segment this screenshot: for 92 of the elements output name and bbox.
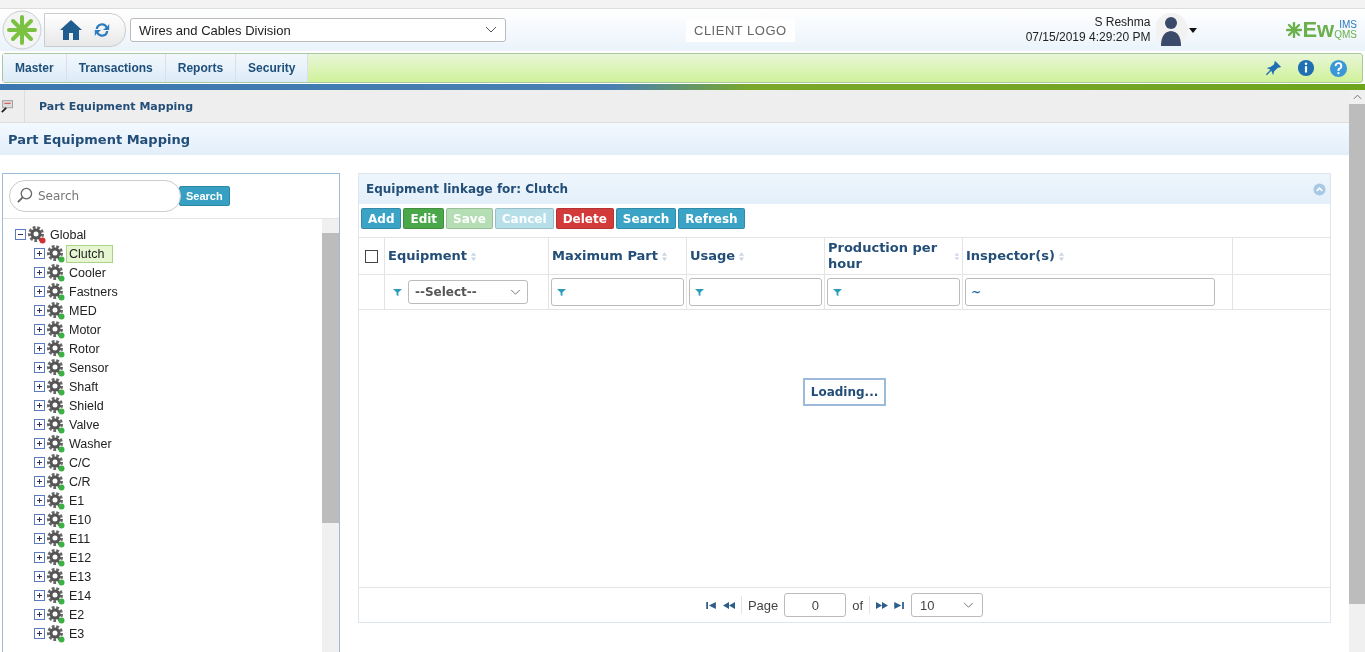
filter-icon[interactable] xyxy=(557,287,566,297)
expand-toggle-icon[interactable] xyxy=(34,381,45,392)
column-header[interactable]: Usage xyxy=(690,248,736,264)
tree-node[interactable]: Clutch xyxy=(66,244,114,263)
expand-toggle-icon[interactable] xyxy=(34,324,45,335)
tree-node[interactable]: MED xyxy=(66,301,100,320)
previous-page-icon[interactable] xyxy=(722,601,735,609)
column-header[interactable]: Maximum Part xyxy=(552,248,658,264)
expand-toggle-icon[interactable] xyxy=(34,419,45,430)
chevron-down-icon xyxy=(963,601,975,609)
expand-toggle-icon[interactable] xyxy=(34,343,45,354)
page-title: Part Equipment Mapping xyxy=(8,131,190,147)
filter-icon[interactable] xyxy=(393,287,402,297)
search-field[interactable]: Search xyxy=(9,180,181,212)
tree-node[interactable]: Sensor xyxy=(66,358,112,377)
page-scrollbar[interactable] xyxy=(1349,90,1365,652)
tree-node[interactable]: E12 xyxy=(66,548,95,567)
filter-field[interactable] xyxy=(551,278,684,306)
filter-field[interactable]: ~ xyxy=(965,278,1215,306)
expand-toggle-icon[interactable] xyxy=(34,533,45,544)
expand-toggle-icon[interactable] xyxy=(34,457,45,468)
tree-node[interactable]: E14 xyxy=(66,586,95,605)
page-of-label: of xyxy=(852,597,864,613)
expand-toggle-icon[interactable] xyxy=(34,514,45,525)
expand-toggle-icon[interactable] xyxy=(34,267,45,278)
tree-node[interactable]: E10 xyxy=(66,510,95,529)
tree-node[interactable]: E3 xyxy=(66,624,88,643)
chevron-down-icon xyxy=(485,26,497,34)
pin-icon[interactable] xyxy=(1265,59,1283,77)
tree-node[interactable]: Washer xyxy=(66,434,115,453)
expand-toggle-icon[interactable] xyxy=(34,609,45,620)
user-name: S Reshma xyxy=(1094,15,1151,30)
tree-node[interactable]: E11 xyxy=(66,529,94,548)
tree-node[interactable]: C/R xyxy=(66,472,94,491)
first-page-icon[interactable] xyxy=(705,601,717,609)
division-dropdown[interactable]: Wires and Cables Division xyxy=(130,18,506,42)
column-header[interactable]: Production per hour xyxy=(828,240,952,272)
expand-toggle-icon[interactable] xyxy=(34,476,45,487)
expand-toggle-icon[interactable] xyxy=(34,590,45,601)
filter-field[interactable] xyxy=(827,278,960,306)
tree-node[interactable]: Shield xyxy=(66,396,107,415)
column-header[interactable]: Inspector(s) xyxy=(966,248,1055,264)
tree-node[interactable]: E2 xyxy=(66,605,88,624)
home-icon[interactable] xyxy=(59,18,83,42)
filter-icon[interactable] xyxy=(833,287,842,297)
search-icon xyxy=(16,187,33,204)
tree-node[interactable]: Cooler xyxy=(66,263,109,282)
client-logo: CLIENT LOGO xyxy=(686,18,795,42)
expand-toggle-icon[interactable] xyxy=(34,438,45,449)
help-icon[interactable] xyxy=(1329,58,1348,78)
chevron-down-icon xyxy=(510,288,521,296)
tree-node[interactable]: E1 xyxy=(66,491,88,510)
last-page-icon[interactable] xyxy=(894,601,906,609)
tree-node[interactable]: Motor xyxy=(66,320,104,339)
next-page-icon[interactable] xyxy=(876,601,889,609)
column-header[interactable]: Equipment xyxy=(388,248,468,264)
tree-node[interactable]: C/C xyxy=(66,453,94,472)
expand-toggle-icon[interactable] xyxy=(34,628,45,639)
select-all-checkbox[interactable] xyxy=(365,249,378,263)
grid-title: Equipment linkage for: Clutch xyxy=(366,182,569,196)
filter-dropdown[interactable]: --Select-- xyxy=(408,280,528,304)
tree-node[interactable]: Fastners xyxy=(66,282,121,301)
expand-toggle-icon[interactable] xyxy=(34,362,45,373)
date-time: 07/15/2019 4:29:20 PM xyxy=(1025,30,1151,45)
expand-toggle-icon[interactable] xyxy=(34,286,45,297)
refresh-icon[interactable] xyxy=(93,21,111,39)
menu-item[interactable]: Master xyxy=(3,54,67,82)
page-label: Page xyxy=(747,597,779,613)
expand-toggle-icon[interactable] xyxy=(34,305,45,316)
loading-indicator: Loading... xyxy=(802,378,887,406)
expand-toggle-icon[interactable] xyxy=(34,400,45,411)
toolbar-button[interactable]: Delete xyxy=(555,208,614,229)
info-icon[interactable] xyxy=(1297,59,1315,77)
filter-field[interactable] xyxy=(689,278,822,306)
tree-node[interactable]: E13 xyxy=(66,567,95,586)
expand-toggle-icon[interactable] xyxy=(34,495,45,506)
scrollbar[interactable] xyxy=(322,219,339,652)
expand-toggle-icon[interactable] xyxy=(34,552,45,563)
menu-item[interactable]: Reports xyxy=(165,54,237,82)
collapse-toggle-icon[interactable] xyxy=(15,229,26,240)
tree-node[interactable]: Global xyxy=(47,225,90,244)
page-size-dropdown[interactable]: 10 xyxy=(911,593,984,617)
tree-node[interactable]: Valve xyxy=(66,415,103,434)
tree-node[interactable]: Rotor xyxy=(66,339,103,358)
menu-item[interactable]: Security xyxy=(236,54,309,82)
page-number-field[interactable]: 0 xyxy=(784,593,847,617)
expand-toggle-icon[interactable] xyxy=(34,248,45,259)
expand-toggle-icon[interactable] xyxy=(34,571,45,582)
tree-node[interactable]: Shaft xyxy=(66,377,102,396)
menu-item[interactable]: Transactions xyxy=(66,54,166,82)
breadcrumb-link[interactable]: Part Equipment Mapping xyxy=(39,99,193,113)
filter-icon[interactable] xyxy=(695,287,704,297)
